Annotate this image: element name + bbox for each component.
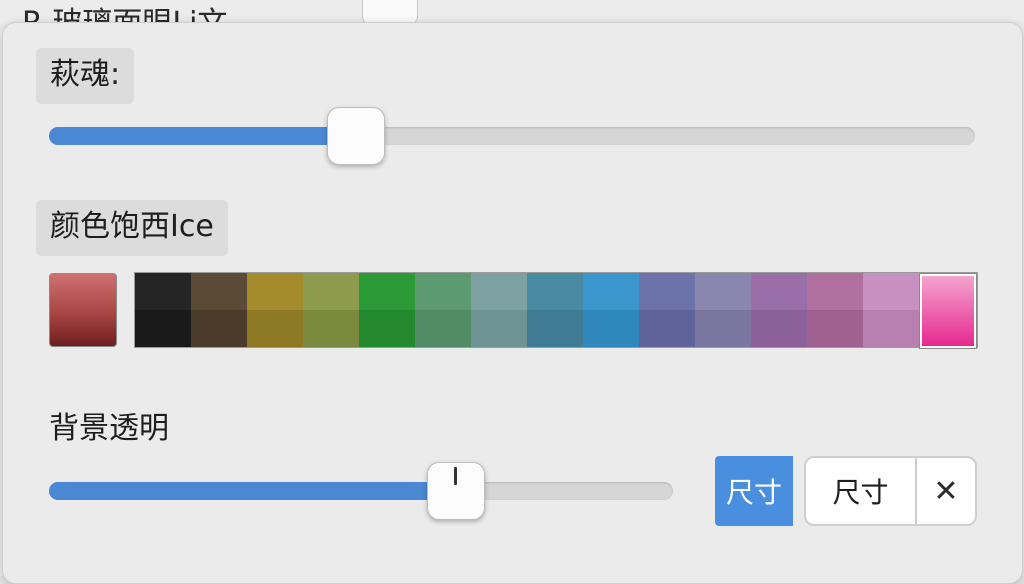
palette-swatch-sky-blue[interactable] bbox=[583, 273, 639, 347]
palette-swatch-bottom bbox=[527, 310, 583, 347]
opacity-slider-fill bbox=[49, 127, 355, 145]
palette-swatch-top bbox=[247, 273, 303, 310]
palette-swatch-mauve[interactable] bbox=[807, 273, 863, 347]
color-palette bbox=[134, 272, 978, 349]
palette-swatch-slate-blue[interactable] bbox=[639, 273, 695, 347]
palette-swatch-bottom bbox=[415, 310, 471, 347]
palette-swatch-sage[interactable] bbox=[415, 273, 471, 347]
palette-swatch-bottom bbox=[135, 310, 191, 347]
palette-swatch-bottom bbox=[303, 310, 359, 347]
palette-swatch-bottom bbox=[359, 310, 415, 347]
palette-swatch-grey-teal[interactable] bbox=[471, 273, 527, 347]
color-label: 颜色饱西Ice bbox=[36, 200, 228, 256]
palette-swatch-bottom bbox=[639, 310, 695, 347]
palette-swatch-top bbox=[695, 273, 751, 310]
palette-swatch-bottom bbox=[695, 310, 751, 347]
palette-swatch-bottom bbox=[583, 310, 639, 347]
opacity-slider-track[interactable] bbox=[49, 127, 975, 145]
palette-swatch-top bbox=[807, 273, 863, 310]
background-transparency-slider-track[interactable] bbox=[49, 482, 673, 500]
palette-swatch-orchid[interactable] bbox=[863, 273, 919, 347]
palette-swatch-bottom bbox=[863, 310, 919, 347]
palette-swatch-top bbox=[527, 273, 583, 310]
palette-swatch-purple[interactable] bbox=[751, 273, 807, 347]
palette-swatch-top bbox=[359, 273, 415, 310]
palette-swatch-bottom bbox=[247, 310, 303, 347]
palette-swatch-top bbox=[191, 273, 247, 310]
palette-swatch-teal-blue[interactable] bbox=[527, 273, 583, 347]
opacity-slider-thumb[interactable] bbox=[326, 107, 385, 165]
background-transparency-slider-fill bbox=[49, 482, 455, 500]
palette-swatch-olive[interactable] bbox=[303, 273, 359, 347]
palette-swatch-bottom bbox=[191, 310, 247, 347]
palette-swatch-lavender-grey[interactable] bbox=[695, 273, 751, 347]
palette-swatch-dark-brown[interactable] bbox=[191, 273, 247, 347]
palette-swatch-top bbox=[135, 273, 191, 310]
size-button-primary[interactable]: 尺寸 bbox=[715, 456, 793, 526]
palette-swatch-hot-pink[interactable] bbox=[919, 273, 977, 349]
close-icon[interactable]: ✕ bbox=[915, 456, 977, 526]
palette-swatch-top bbox=[471, 273, 527, 310]
palette-swatch-black[interactable] bbox=[135, 273, 191, 347]
palette-swatch-bottom bbox=[751, 310, 807, 347]
palette-swatch-green[interactable] bbox=[359, 273, 415, 347]
palette-swatch-top bbox=[415, 273, 471, 310]
background-transparency-slider-thumb[interactable] bbox=[426, 462, 485, 520]
palette-swatch-bottom bbox=[920, 311, 976, 348]
thumb-grip-mark bbox=[453, 467, 457, 485]
current-color-swatch[interactable] bbox=[49, 273, 117, 347]
palette-swatch-bottom bbox=[471, 310, 527, 347]
palette-swatch-top bbox=[639, 273, 695, 310]
palette-swatch-top bbox=[863, 273, 919, 310]
palette-swatch-top bbox=[920, 274, 976, 311]
opacity-label: 萩魂: bbox=[36, 48, 135, 104]
background-transparency-label: 背景透明 bbox=[49, 411, 169, 446]
palette-swatch-top bbox=[583, 273, 639, 310]
palette-swatch-mustard[interactable] bbox=[247, 273, 303, 347]
palette-swatch-top bbox=[303, 273, 359, 310]
size-button-secondary[interactable]: 尺寸 bbox=[804, 456, 916, 526]
palette-swatch-top bbox=[751, 273, 807, 310]
palette-swatch-bottom bbox=[807, 310, 863, 347]
